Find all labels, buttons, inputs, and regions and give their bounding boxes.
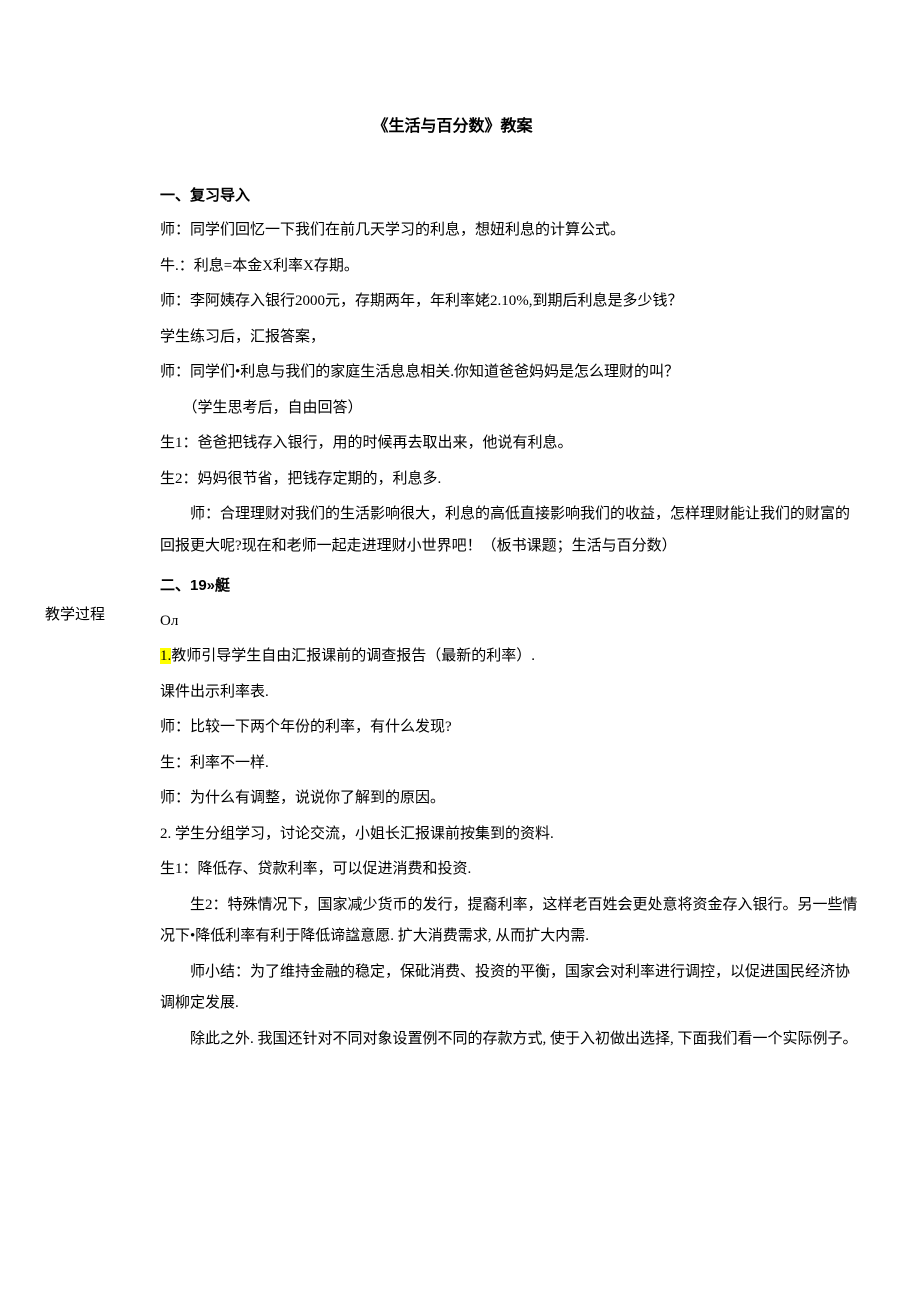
highlighted-text: 1. [160, 648, 171, 664]
body-line: 生1：爸爸把钱存入银行，用的时候再去取出来，他说有利息。 [160, 428, 860, 460]
body-line: 师：为什么有调整，说说你了解到的原因。 [160, 783, 860, 815]
sub-heading: Oл [160, 606, 860, 638]
section1-heading: 一、复习导入 [160, 180, 860, 212]
body-text: 师小结：为了维持金融的稳定，保砒消费、投资的平衡，国家会对利率进行调控，以促进国… [160, 964, 850, 1012]
body-line: 师：李阿姨存入银行2000元，存期两年，年利率姥2.10%,到期后利息是多少钱？ [160, 286, 860, 318]
body-line: 除此之外. 我国还针对不同对象设置例不同的存款方式, 使于入初做出选择, 下面我… [160, 1024, 860, 1056]
body-line: 师：合理理财对我们的生活影响很大，利息的高低直接影响我们的收益，怎样理财能让我们… [160, 499, 860, 562]
body-line: 师：同学们•利息与我们的家庭生活息息相关.你知道爸爸妈妈是怎么理财的叫？ [160, 357, 860, 389]
body-line: 生2：妈妈很节省，把钱存定期的，利息多. [160, 464, 860, 496]
side-label-cell: 教学过程 [45, 172, 160, 1060]
body-text: 除此之外. 我国还针对不同对象设置例不同的存款方式, 使于入初做出选择, 下面我… [190, 1031, 858, 1047]
body-text: 生2：特殊情况下，国家减少货币的发行，提裔利率，这样老百姓会更处意将资金存入银行… [160, 897, 858, 945]
body-line: 生2：特殊情况下，国家减少货币的发行，提裔利率，这样老百姓会更处意将资金存入银行… [160, 890, 860, 953]
body-line: 学生练习后，汇报答案， [160, 322, 860, 354]
body-line: 师：同学们回忆一下我们在前几天学习的利息，想妞利息的计算公式。 [160, 215, 860, 247]
body-text: 教师引导学生自由汇报课前的调查报告（最新的利率）. [171, 648, 535, 664]
body-text: 师：合理理财对我们的生活影响很大，利息的高低直接影响我们的收益，怎样理财能让我们… [160, 506, 850, 554]
body-line-highlighted: 1.教师引导学生自由汇报课前的调查报告（最新的利率）. [160, 641, 860, 673]
body-line: 生1：降低存、贷款利率，可以促进消费和投资. [160, 854, 860, 886]
body-line: 2. 学生分组学习，讨论交流，小姐长汇报课前按集到的资料. [160, 819, 860, 851]
body-line: 牛.：利息=本金X利率X存期。 [160, 251, 860, 283]
body-line: 课件出示利率表. [160, 677, 860, 709]
section2-heading: 二、19»艇 [160, 570, 860, 602]
side-label: 教学过程 [45, 600, 105, 632]
content-layout: 教学过程 一、复习导入 师：同学们回忆一下我们在前几天学习的利息，想妞利息的计算… [45, 172, 860, 1060]
main-content: 一、复习导入 师：同学们回忆一下我们在前几天学习的利息，想妞利息的计算公式。 牛… [160, 172, 860, 1060]
body-line: 生：利率不一样. [160, 748, 860, 780]
body-line: 师小结：为了维持金融的稳定，保砒消费、投资的平衡，国家会对利率进行调控，以促进国… [160, 957, 860, 1020]
page-title: 《生活与百分数》教案 [45, 110, 860, 144]
body-line: 师：比较一下两个年份的利率，有什么发现? [160, 712, 860, 744]
body-line: （学生思考后，自由回答） [160, 393, 860, 425]
